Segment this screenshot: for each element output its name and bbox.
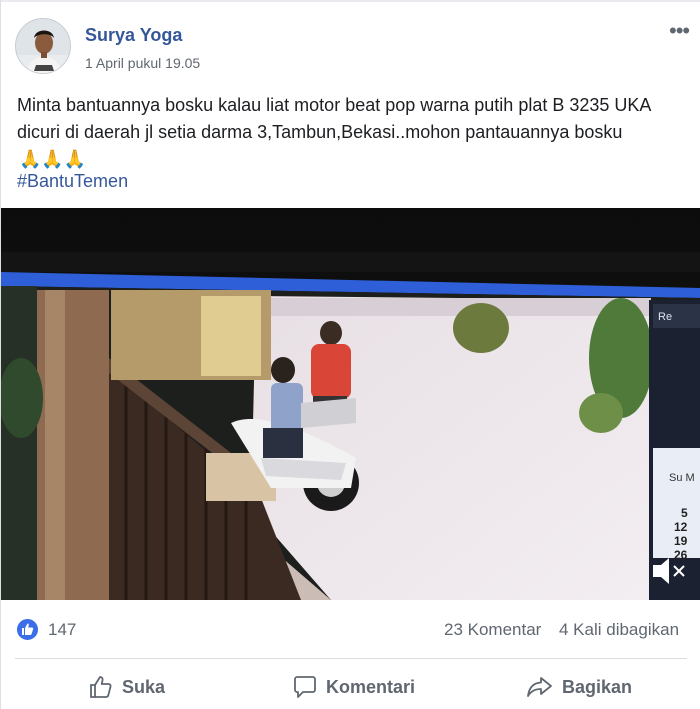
like-reaction-icon[interactable]	[15, 617, 40, 642]
post-body: Minta bantuannya bosku kalau liat motor …	[17, 92, 689, 173]
comment-count[interactable]: 23 Komentar	[444, 620, 541, 640]
share-count[interactable]: 4 Kali dibagikan	[559, 620, 679, 640]
thumbs-up-icon	[90, 676, 112, 698]
reaction-stats: 147 23 Komentar 4 Kali dibagikan	[1, 610, 700, 650]
card-top-border	[1, 0, 700, 2]
author-name[interactable]: Surya Yoga	[85, 25, 182, 46]
svg-text:26: 26	[674, 548, 688, 562]
avatar-photo	[16, 19, 70, 73]
pray-emoji: 🙏🙏🙏	[19, 149, 87, 169]
comment-button-label: Komentari	[326, 676, 416, 697]
comment-bubble-icon	[294, 676, 316, 698]
dvr-weekday-label: Su M	[669, 472, 695, 484]
action-divider	[15, 658, 687, 659]
video-player[interactable]: Re Su M 5 12 19 26	[1, 208, 700, 600]
share-button-label: Bagikan	[562, 676, 633, 697]
dvr-rec-label: Re	[658, 311, 672, 323]
comment-button[interactable]: Komentari	[292, 665, 415, 709]
svg-text:19: 19	[674, 534, 688, 548]
post-timestamp[interactable]: 1 April pukul 19.05	[85, 55, 200, 71]
svg-text:5: 5	[681, 506, 688, 520]
post-card: Surya Yoga 1 April pukul 19.05 ••• Minta…	[0, 0, 700, 709]
post-text: Minta bantuannya bosku kalau liat motor …	[17, 95, 651, 142]
action-bar: Suka Komentari Bagikan	[1, 665, 700, 709]
share-button[interactable]: Bagikan	[526, 665, 632, 709]
cctv-video-frame: Re Su M 5 12 19 26	[1, 208, 700, 600]
like-count[interactable]: 147	[48, 620, 76, 640]
more-options-icon[interactable]: •••	[669, 20, 690, 42]
avatar[interactable]	[15, 18, 71, 74]
like-button[interactable]: Suka	[88, 665, 165, 709]
svg-text:12: 12	[674, 520, 688, 534]
share-arrow-icon	[527, 677, 552, 697]
hashtag-link[interactable]: #BantuTemen	[17, 171, 128, 192]
like-button-label: Suka	[122, 676, 166, 697]
